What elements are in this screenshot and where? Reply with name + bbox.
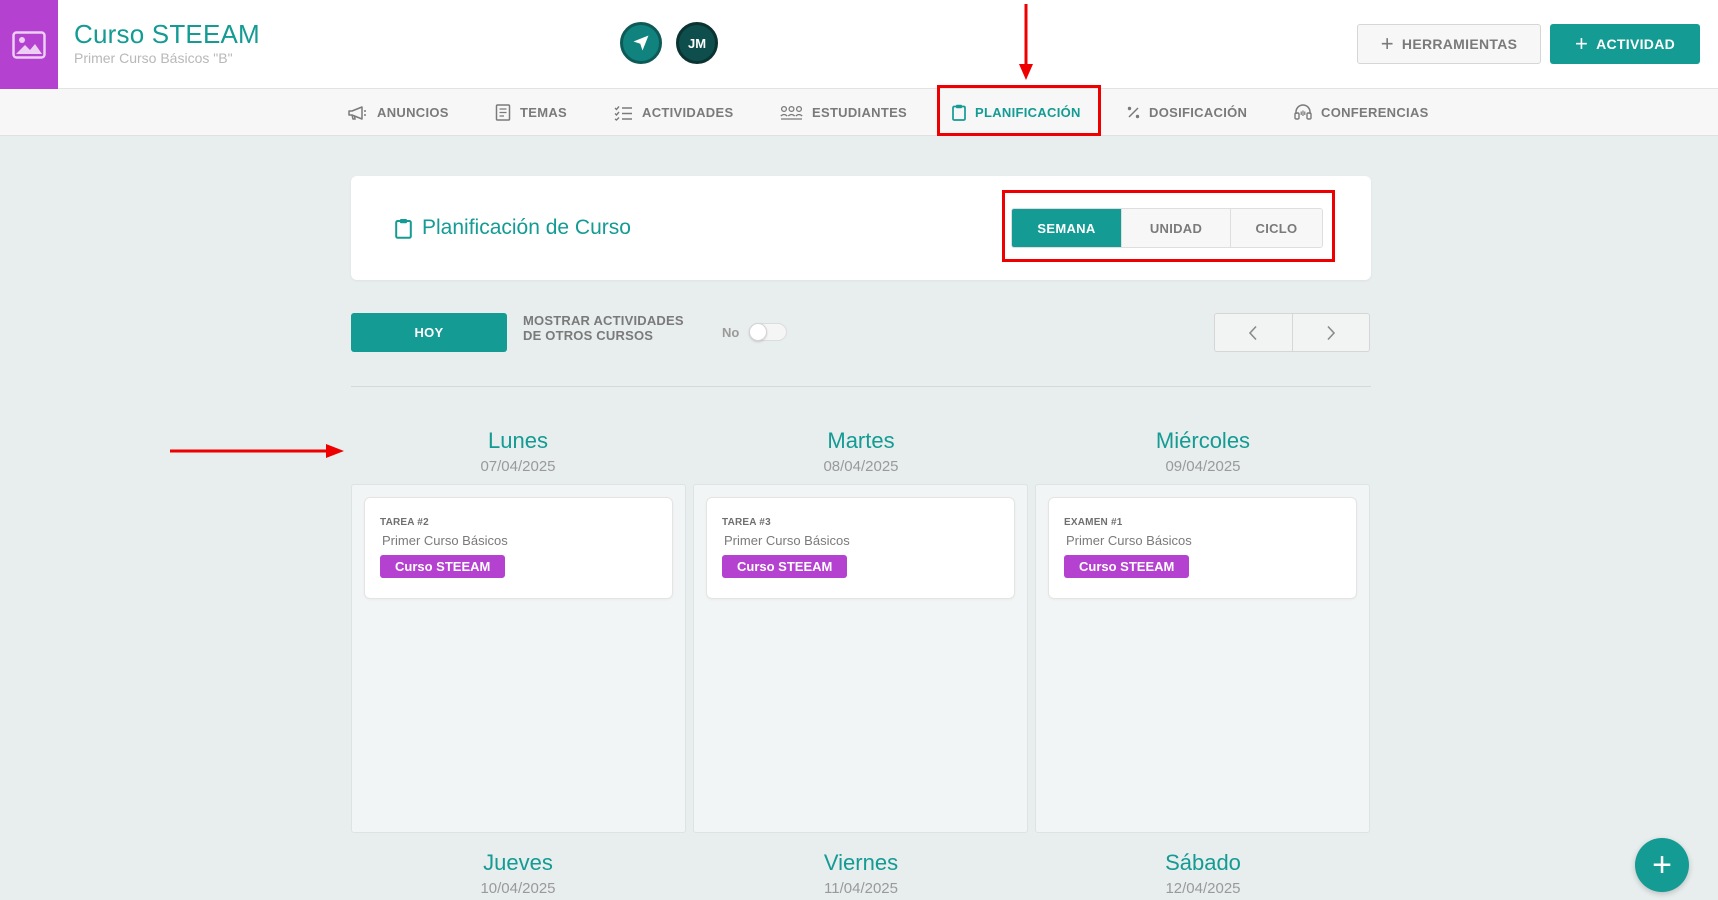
tab-conferencias[interactable]: CONFERENCIAS	[1294, 89, 1429, 136]
day-name: Jueves	[483, 850, 553, 875]
day-date: 12/04/2025	[1165, 880, 1241, 897]
day-date: 09/04/2025	[1165, 458, 1241, 475]
chevron-right-icon	[1327, 325, 1335, 340]
previous-week-button[interactable]	[1215, 314, 1292, 351]
week-navigation	[1214, 313, 1370, 352]
course-title: Curso STEEAM	[74, 19, 260, 49]
tab-label: ACTIVIDADES	[642, 105, 734, 120]
clipboard-icon	[395, 218, 412, 239]
annotation-arrow-down	[1019, 4, 1033, 80]
next-week-button[interactable]	[1291, 314, 1370, 351]
planning-title: Planificación de Curso	[395, 216, 631, 240]
activity-kind: TAREA #2	[380, 517, 429, 528]
document-icon	[495, 104, 511, 121]
tab-dosificacion[interactable]: DOSIFICACIÓN	[1127, 89, 1247, 136]
activity-card[interactable]: EXAMEN #1 Primer Curso Básicos Curso STE…	[1048, 497, 1357, 599]
add-activity-button[interactable]: + ACTIVIDAD	[1550, 24, 1700, 64]
tab-anuncios[interactable]: ANUNCIOS	[347, 89, 449, 136]
send-button[interactable]	[620, 22, 662, 64]
percent-icon	[1127, 106, 1140, 119]
today-button[interactable]: HOY	[351, 313, 507, 352]
checklist-icon	[614, 105, 632, 121]
day-date: 10/04/2025	[480, 880, 556, 897]
course-tag: Curso STEEAM	[1064, 555, 1190, 578]
day-name: Sábado	[1165, 850, 1241, 875]
planning-card: Planificación de Curso SEMANA UNIDAD CIC…	[351, 176, 1371, 280]
chevron-left-icon	[1249, 325, 1257, 340]
tools-button[interactable]: + HERRAMIENTAS	[1357, 24, 1541, 64]
course-subtitle: Primer Curso Básicos "B"	[74, 50, 233, 66]
toggle-knob	[749, 323, 767, 341]
activity-kind: TAREA #3	[722, 517, 771, 528]
activity-course: Primer Curso Básicos	[382, 533, 508, 548]
course-tabs: ANUNCIOS TEMAS ACTIVIDADES ESTUDIANTES P…	[0, 89, 1718, 136]
activity-kind: EXAMEN #1	[1064, 517, 1123, 528]
tab-label: ANUNCIOS	[377, 105, 449, 120]
toggle-state-label: No	[722, 325, 740, 340]
day-column-martes: TAREA #3 Primer Curso Básicos Curso STEE…	[693, 484, 1028, 833]
divider	[351, 386, 1371, 387]
planning-title-text: Planificación de Curso	[422, 216, 631, 239]
day-header: Martes 08/04/2025	[694, 428, 1028, 475]
show-other-courses-label: MOSTRAR ACTIVIDADES DE OTROS CURSOS	[523, 313, 684, 343]
plus-icon: +	[1652, 845, 1672, 884]
day-header: Viernes 11/04/2025	[694, 850, 1028, 897]
activity-button-label: ACTIVIDAD	[1596, 36, 1676, 52]
tab-label: TEMAS	[520, 105, 567, 120]
day-header: Sábado 12/04/2025	[1036, 850, 1370, 897]
tab-temas[interactable]: TEMAS	[495, 89, 567, 136]
annotation-arrow-right	[170, 444, 344, 458]
tab-label: DOSIFICACIÓN	[1149, 105, 1248, 120]
tab-planificacion[interactable]: PLANIFICACIÓN	[952, 89, 1081, 136]
activity-course: Primer Curso Básicos	[1066, 533, 1192, 548]
day-date: 11/04/2025	[824, 880, 898, 897]
floating-add-button[interactable]: +	[1635, 838, 1689, 892]
day-header: Jueves 10/04/2025	[351, 850, 685, 897]
day-name: Martes	[827, 428, 895, 453]
view-unidad-button[interactable]: UNIDAD	[1121, 209, 1230, 247]
view-ciclo-button[interactable]: CICLO	[1230, 209, 1322, 247]
tab-estudiantes[interactable]: ESTUDIANTES	[780, 89, 907, 136]
course-tag: Curso STEEAM	[722, 555, 848, 578]
tab-label: PLANIFICACIÓN	[975, 105, 1081, 120]
day-date: 08/04/2025	[823, 458, 899, 475]
tab-label: ESTUDIANTES	[812, 105, 908, 120]
day-column-miercoles: EXAMEN #1 Primer Curso Básicos Curso STE…	[1035, 484, 1370, 833]
day-name: Viernes	[823, 850, 899, 875]
day-name: Miércoles	[1155, 428, 1251, 453]
tab-actividades[interactable]: ACTIVIDADES	[614, 89, 733, 136]
megaphone-icon	[348, 105, 366, 120]
headset-icon	[1294, 104, 1312, 120]
activity-card[interactable]: TAREA #2 Primer Curso Básicos Curso STEE…	[364, 497, 673, 599]
show-other-courses-toggle[interactable]	[749, 323, 787, 341]
day-header: Lunes 07/04/2025	[351, 428, 685, 475]
course-image-icon[interactable]	[0, 0, 58, 89]
clipboard-icon	[952, 104, 966, 121]
day-date: 07/04/2025	[480, 458, 556, 475]
top-header: Curso STEEAM Primer Curso Básicos "B" JM…	[0, 0, 1718, 89]
day-column-lunes: TAREA #2 Primer Curso Básicos Curso STEE…	[351, 484, 686, 833]
view-semana-button[interactable]: SEMANA	[1012, 209, 1121, 247]
user-avatar[interactable]: JM	[676, 22, 718, 64]
tab-label: CONFERENCIAS	[1321, 105, 1429, 120]
send-icon	[633, 35, 649, 51]
view-selector: SEMANA UNIDAD CICLO	[1011, 208, 1323, 248]
plus-icon: +	[1574, 31, 1589, 56]
course-tag: Curso STEEAM	[380, 555, 506, 578]
plus-icon: +	[1380, 31, 1394, 56]
day-name: Lunes	[488, 428, 548, 453]
activity-card[interactable]: TAREA #3 Primer Curso Básicos Curso STEE…	[706, 497, 1015, 599]
image-icon	[12, 30, 46, 59]
students-icon	[780, 105, 803, 120]
activity-course: Primer Curso Básicos	[724, 533, 850, 548]
tools-button-label: HERRAMIENTAS	[1401, 36, 1518, 52]
day-header: Miércoles 09/04/2025	[1036, 428, 1370, 475]
